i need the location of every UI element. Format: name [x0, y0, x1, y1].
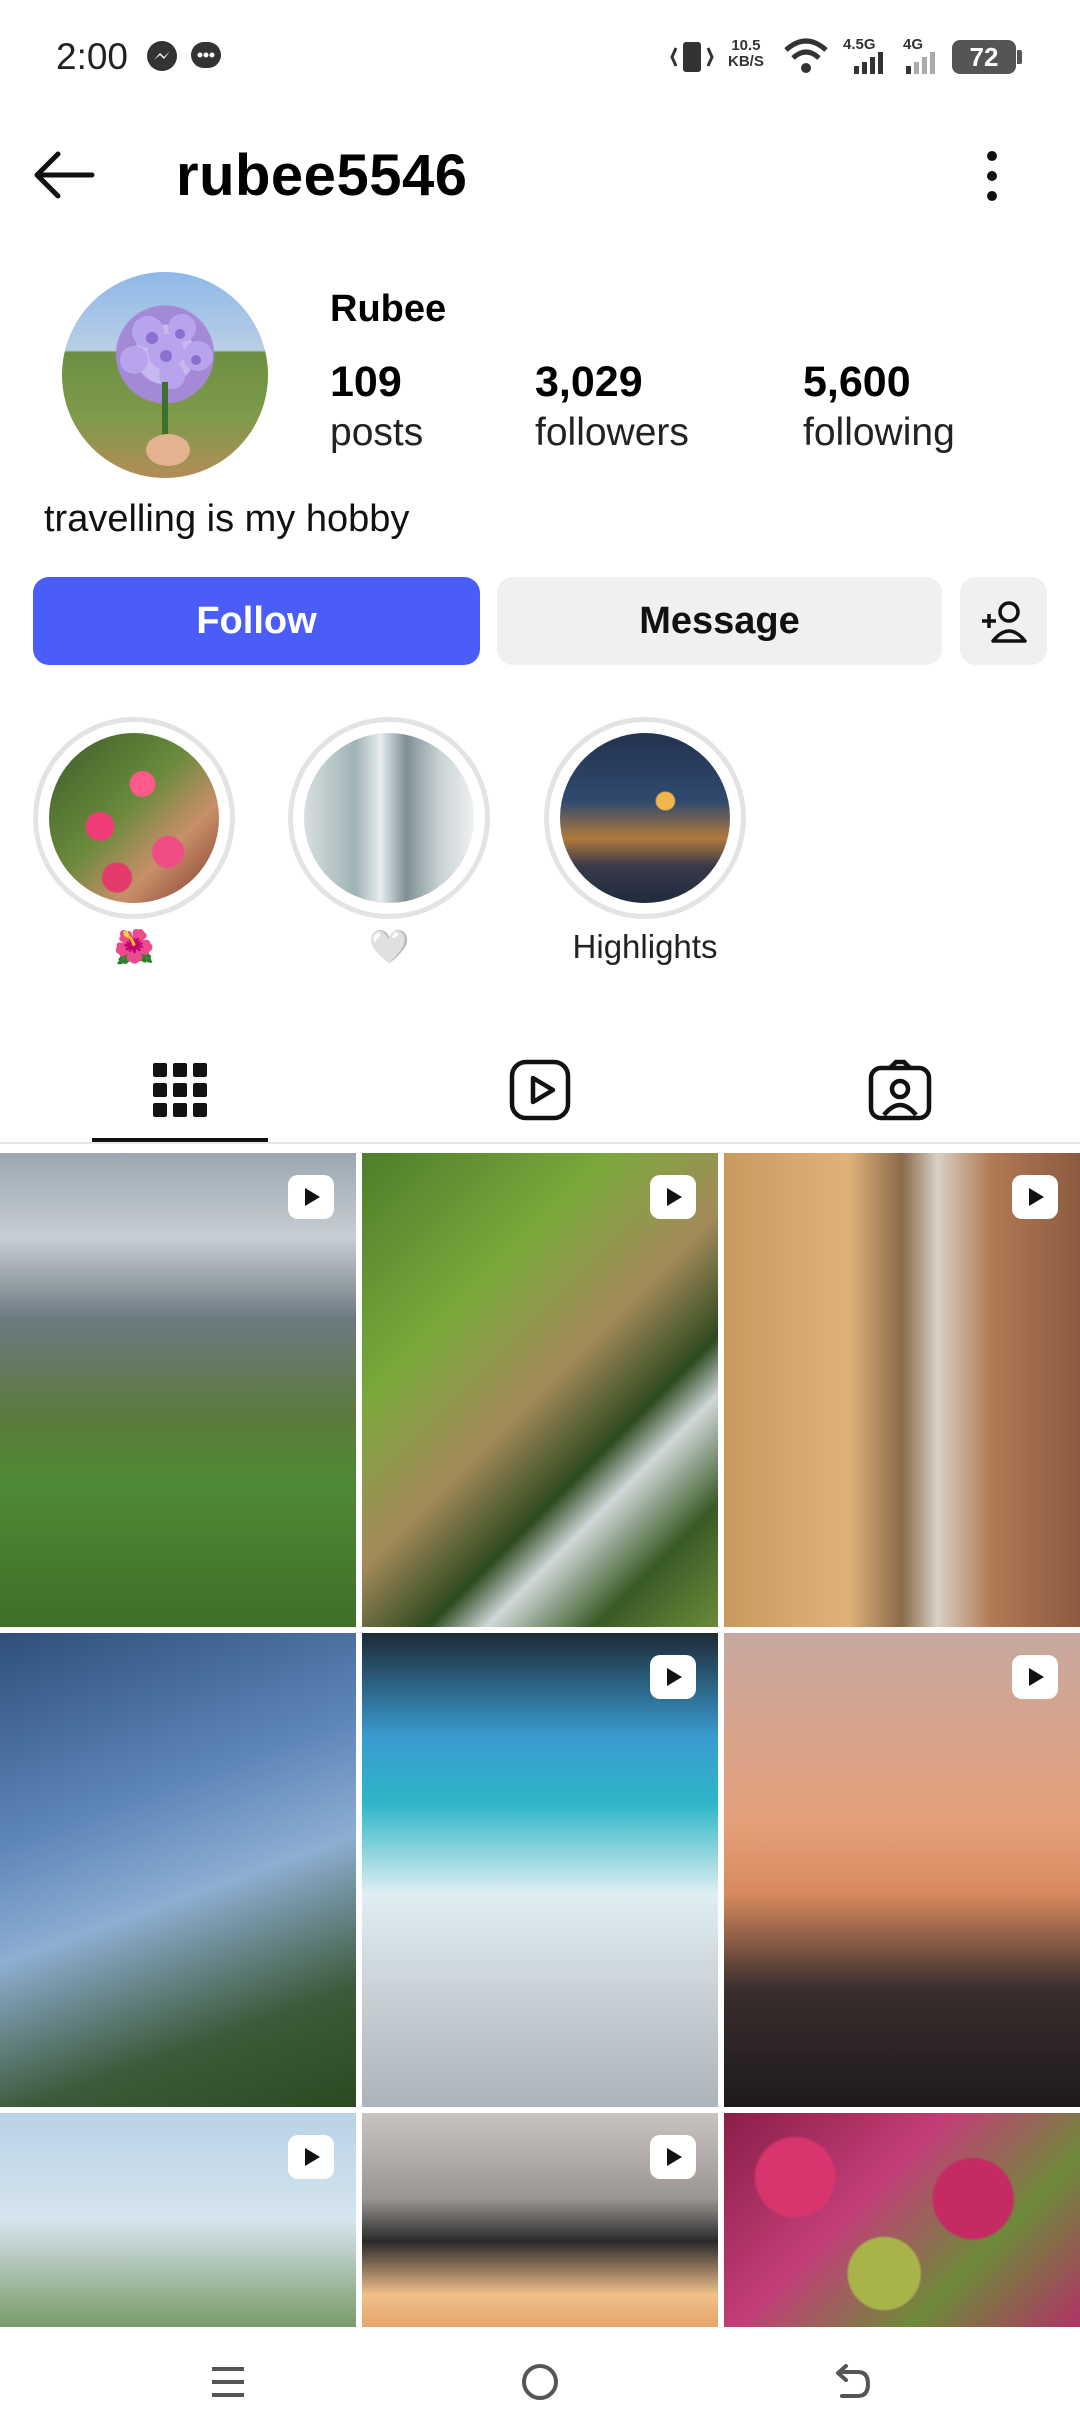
net-speed-unit: KB/S — [728, 53, 764, 70]
play-icon — [667, 1188, 682, 1206]
highlight-2[interactable] — [288, 717, 490, 919]
highlight-3-thumb — [560, 733, 730, 903]
reel-badge — [288, 1175, 334, 1219]
grid-post-7[interactable] — [0, 2113, 356, 2327]
recent-apps-icon[interactable] — [208, 2362, 248, 2402]
signal-icon — [854, 52, 883, 74]
grid-post-9[interactable] — [724, 2113, 1080, 2327]
profile-username: rubee5546 — [176, 143, 468, 208]
signal-icon-2 — [906, 52, 935, 74]
following-count: 5,600 — [803, 358, 911, 406]
tab-posts-grid[interactable] — [0, 1040, 360, 1140]
message-button[interactable]: Message — [497, 577, 942, 665]
posts-count: 109 — [330, 358, 402, 406]
tab-tagged[interactable] — [720, 1040, 1080, 1140]
reel-badge — [650, 1655, 696, 1699]
highlight-1-label: 🌺 — [113, 928, 155, 965]
status-time: 2:00 — [56, 36, 129, 77]
reel-badge — [650, 1175, 696, 1219]
display-name: Rubee — [330, 288, 447, 330]
follow-button-label: Follow — [196, 599, 317, 642]
highlight-3[interactable] — [544, 717, 746, 919]
reels-icon — [509, 1059, 571, 1121]
wifi-icon — [784, 38, 828, 73]
add-person-icon — [981, 601, 1027, 643]
more-options-icon[interactable] — [980, 148, 1004, 204]
avatar[interactable] — [62, 272, 268, 478]
message-button-label: Message — [639, 599, 800, 642]
home-icon[interactable] — [520, 2362, 560, 2402]
reel-badge — [650, 2135, 696, 2179]
battery-icon: 72 — [952, 40, 1016, 74]
tagged-icon — [868, 1059, 932, 1121]
net-speed: 10.5 KB/S — [728, 38, 764, 70]
follow-button[interactable]: Follow — [33, 577, 480, 665]
play-icon — [1029, 1668, 1044, 1686]
posts-label: posts — [330, 411, 424, 454]
grid-post-6[interactable] — [724, 1633, 1080, 2107]
avatar-flowers — [120, 314, 213, 466]
highlight-3-label: Highlights — [572, 928, 718, 965]
battery-level: 72 — [969, 41, 999, 72]
play-icon — [667, 1668, 682, 1686]
grid-post-4[interactable] — [0, 1633, 356, 2107]
signal2-label: 4G — [903, 36, 924, 53]
messenger-icon — [147, 41, 177, 71]
grid-post-5[interactable] — [362, 1633, 718, 2107]
posts-stat[interactable]: 109 posts — [330, 358, 423, 455]
tab-divider — [0, 1142, 1080, 1144]
highlight-1-thumb — [49, 733, 219, 903]
tab-reels[interactable] — [360, 1040, 720, 1140]
following-stat[interactable]: 5,600 following — [803, 358, 955, 455]
suggest-users-button[interactable] — [960, 577, 1047, 665]
highlight-2-label: 🤍 — [368, 928, 410, 965]
highlight-2-thumb — [304, 733, 474, 903]
signal1-label: 4.5G — [843, 36, 876, 53]
grid-post-8[interactable] — [362, 2113, 718, 2327]
reel-badge — [1012, 1175, 1058, 1219]
followers-stat[interactable]: 3,029 followers — [535, 358, 689, 455]
followers-label: followers — [535, 411, 689, 454]
play-icon — [1029, 1188, 1044, 1206]
grid-icon — [153, 1063, 207, 1117]
grid-post-3[interactable] — [724, 1153, 1080, 1627]
highlight-1[interactable] — [33, 717, 235, 919]
battery-tip — [1017, 50, 1022, 64]
play-icon — [305, 2148, 320, 2166]
vibrate-icon — [670, 42, 714, 72]
reel-badge — [288, 2135, 334, 2179]
reel-badge — [1012, 1655, 1058, 1699]
bio-text: travelling is my hobby — [44, 498, 410, 540]
play-icon — [667, 2148, 682, 2166]
back-arrow-icon[interactable] — [32, 150, 98, 200]
play-icon — [305, 1188, 320, 1206]
back-nav-icon[interactable] — [830, 2360, 874, 2404]
followers-count: 3,029 — [535, 358, 643, 406]
net-speed-value: 10.5 — [731, 37, 761, 54]
grid-post-2[interactable] — [362, 1153, 718, 1627]
grid-post-1[interactable] — [0, 1153, 356, 1627]
following-label: following — [803, 411, 955, 454]
chat-bubble-icon — [191, 42, 221, 68]
